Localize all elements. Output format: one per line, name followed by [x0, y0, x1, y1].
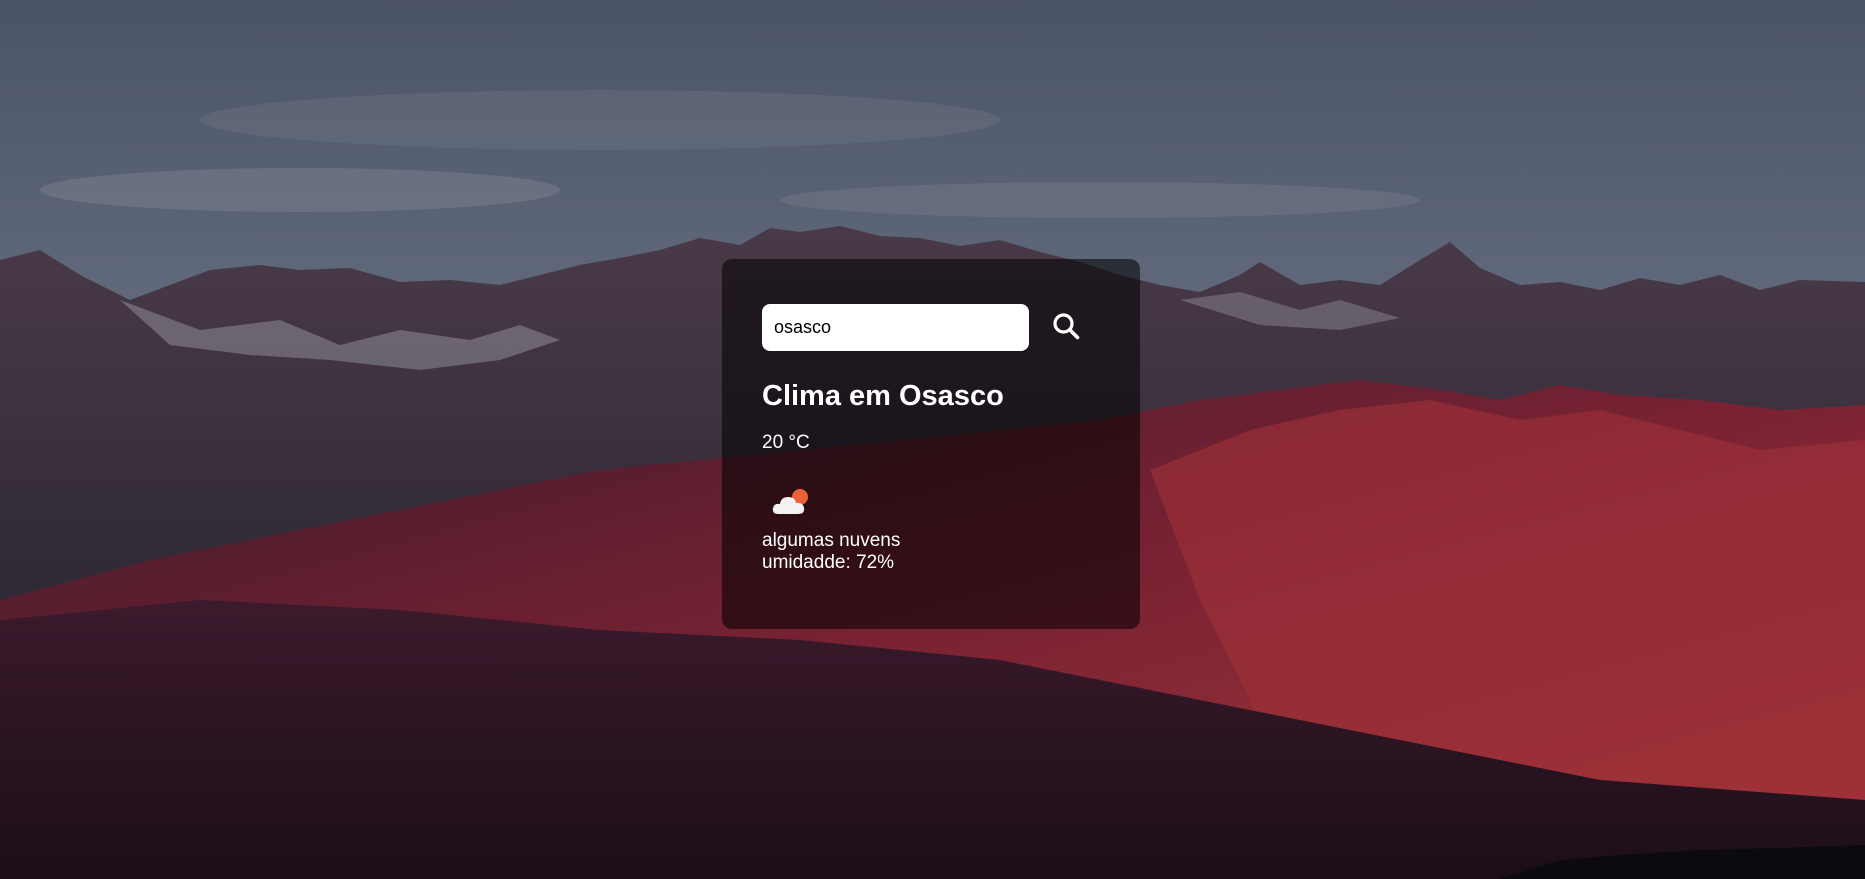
search-button[interactable]: [1049, 311, 1083, 345]
search-bar: [762, 304, 1100, 351]
few-clouds-icon: [772, 487, 812, 517]
weather-description: algumas nuvens: [762, 530, 901, 551]
weather-card: Clima em Osasco 20 °C algumas nuvens umi…: [722, 259, 1140, 629]
temperature-value: 20 °C: [762, 432, 810, 453]
search-icon: [1052, 312, 1080, 343]
city-title: Clima em Osasco: [762, 380, 1004, 412]
humidity-value: umidadde: 72%: [762, 552, 895, 573]
city-search-input[interactable]: [762, 304, 1029, 351]
